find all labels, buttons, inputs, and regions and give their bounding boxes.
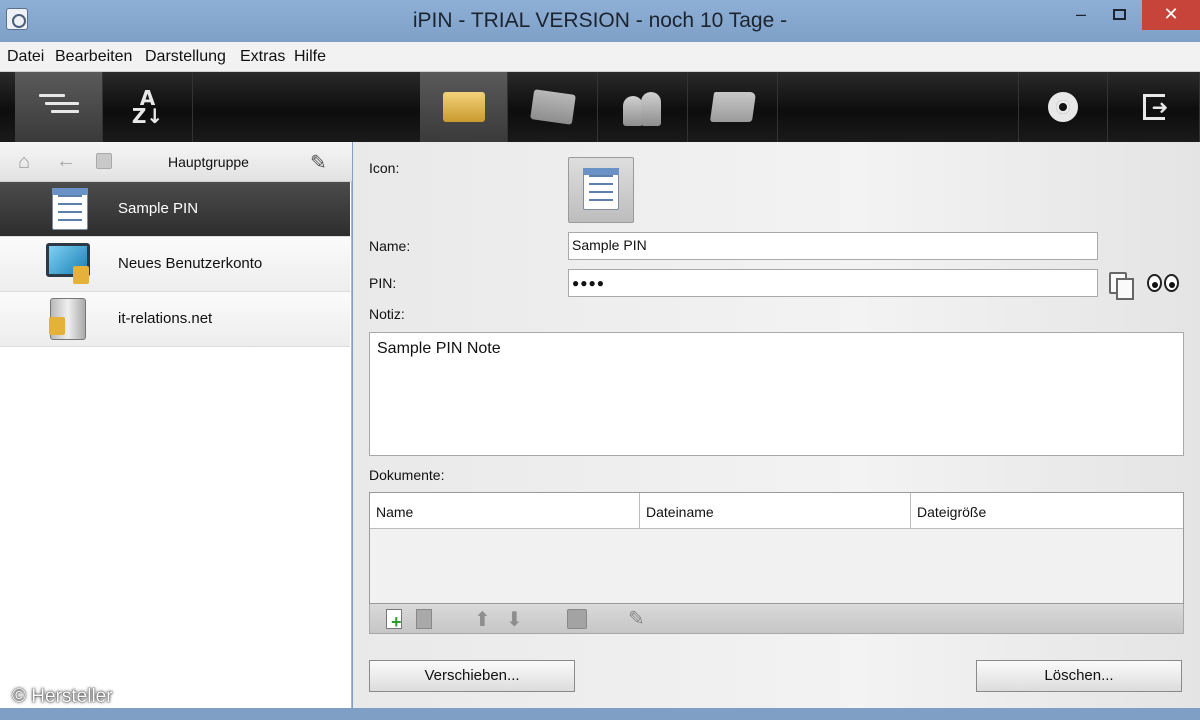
arrow-down-icon[interactable]: ⬇ <box>506 609 523 629</box>
cards-tab[interactable] <box>508 72 598 142</box>
users-keys-icon <box>621 88 665 126</box>
menu-darstellung[interactable]: Darstellung <box>145 48 226 66</box>
icon-picker[interactable] <box>568 157 634 223</box>
close-button[interactable]: ✕ <box>1142 0 1200 30</box>
home-icon[interactable]: ⌂ <box>18 152 40 172</box>
pin-field[interactable]: ●●●● <box>568 269 1098 297</box>
window-title: iPIN - TRIAL VERSION - noch 10 Tage - <box>412 9 788 32</box>
add-group-icon[interactable] <box>96 153 112 169</box>
server-lock-icon <box>49 298 86 340</box>
column-name[interactable]: Name <box>370 493 640 529</box>
copy-icon[interactable] <box>1109 272 1134 300</box>
folder-icon <box>709 92 756 122</box>
show-pin-eyes-icon[interactable] <box>1147 274 1181 292</box>
move-button[interactable]: Verschieben... <box>369 660 575 692</box>
menu-bearbeiten[interactable]: Bearbeiten <box>55 48 132 66</box>
name-field[interactable]: Sample PIN <box>568 232 1098 260</box>
maximize-button[interactable] <box>1104 0 1134 30</box>
list-item-label: Sample PIN <box>118 200 199 217</box>
edit-document-pencil-icon[interactable]: ✎ <box>628 609 645 629</box>
pin-folder-icon <box>442 92 485 122</box>
main-toolbar: A Z↓ <box>0 72 1200 142</box>
window-bottom-border <box>0 708 1200 720</box>
icon-label: Icon: <box>369 160 400 176</box>
menu-hilfe[interactable]: Hilfe <box>294 48 326 66</box>
column-filesize[interactable]: Dateigröße <box>911 493 1183 529</box>
app-window: iPIN - TRIAL VERSION - noch 10 Tage - – … <box>0 0 1200 720</box>
delete-button[interactable]: Löschen... <box>976 660 1182 692</box>
documents-table: Name Dateiname Dateigröße <box>369 492 1184 604</box>
menu-extras[interactable]: Extras <box>240 48 285 66</box>
pins-tab[interactable] <box>420 72 508 142</box>
remove-document-icon[interactable] <box>416 609 432 629</box>
documents-tab[interactable] <box>688 72 778 142</box>
maximize-icon <box>1112 9 1126 20</box>
note-textarea[interactable]: Sample PIN Note <box>369 332 1184 456</box>
pin-label: PIN: <box>369 275 397 291</box>
save-icon[interactable] <box>567 609 587 629</box>
title-bar[interactable]: iPIN - TRIAL VERSION - noch 10 Tage - – … <box>0 0 1200 42</box>
menu-bar: Datei Bearbeiten Darstellung Extras Hilf… <box>0 42 1200 72</box>
group-title: Hauptgruppe <box>168 154 249 170</box>
exit-icon <box>1142 94 1168 120</box>
menu-datei[interactable]: Datei <box>7 48 44 66</box>
documents-toolbar: ⬆ ⬇ ✎ <box>369 604 1184 634</box>
list-item-it-relations[interactable]: it-relations.net <box>0 292 350 347</box>
group-navigation: ⌂ ← Hauptgruppe ✎ <box>0 142 352 182</box>
document-icon <box>52 188 88 230</box>
list-item-label: it-relations.net <box>118 310 213 327</box>
gear-icon <box>1048 92 1078 122</box>
add-document-icon[interactable] <box>386 609 402 633</box>
name-label: Name: <box>369 238 411 254</box>
image-credit: © Hersteller <box>12 686 113 707</box>
documents-table-header: Name Dateiname Dateigröße <box>370 493 1183 529</box>
document-icon <box>583 168 619 210</box>
sort-az-icon: A Z↓ <box>131 86 164 128</box>
sort-button[interactable]: A Z↓ <box>103 72 193 142</box>
list-item-label: Neues Benutzerkonto <box>118 255 263 272</box>
documents-label: Dokumente: <box>369 467 445 483</box>
entry-detail-panel: Icon: Name: Sample PIN PIN: ●●●● Notiz: … <box>353 142 1200 708</box>
settings-button[interactable] <box>1018 72 1108 142</box>
back-arrow-icon[interactable]: ← <box>56 150 76 173</box>
list-item-benutzerkonto[interactable]: Neues Benutzerkonto <box>0 237 350 292</box>
accounts-tab[interactable] <box>598 72 688 142</box>
monitor-lock-icon <box>46 243 90 284</box>
exit-button[interactable] <box>1108 72 1200 142</box>
column-filename[interactable]: Dateiname <box>640 493 911 529</box>
edit-group-pencil-icon[interactable]: ✎ <box>310 150 327 175</box>
minimize-button[interactable]: – <box>1066 0 1096 30</box>
note-label: Notiz: <box>369 306 405 322</box>
list-item-sample-pin[interactable]: Sample PIN <box>0 182 350 237</box>
tree-view-button[interactable] <box>15 72 103 142</box>
entry-list-panel: ⌂ ← Hauptgruppe ✎ Sample PIN Neues Benut… <box>0 142 352 708</box>
card-icon <box>529 89 576 125</box>
arrow-up-icon[interactable]: ⬆ <box>474 609 491 629</box>
tree-view-icon <box>38 94 79 120</box>
